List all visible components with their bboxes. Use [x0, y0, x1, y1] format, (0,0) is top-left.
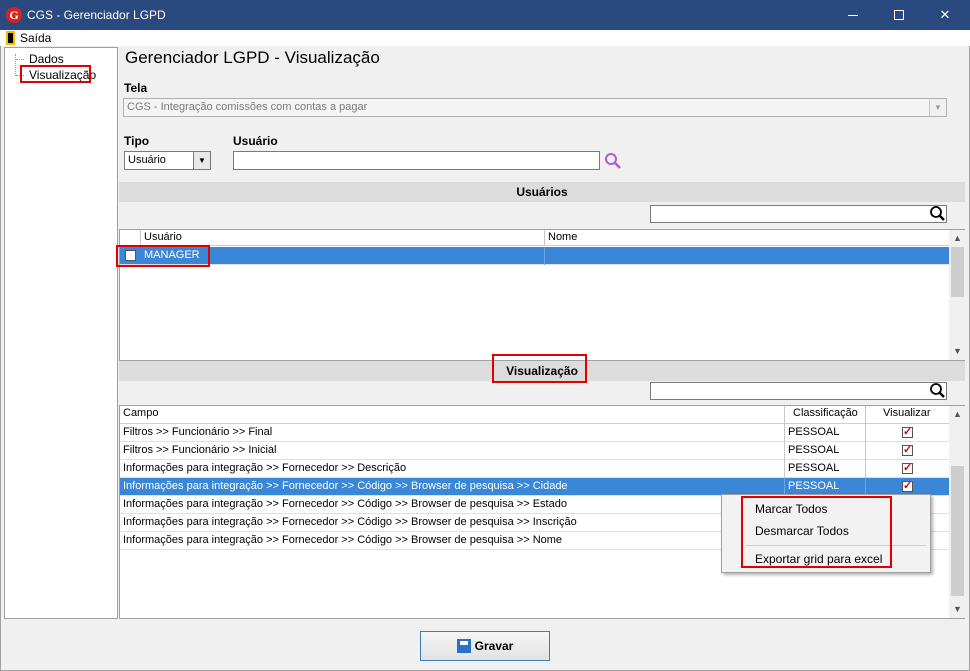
usuario-label: Usuário: [233, 134, 278, 148]
tela-select-value: CGS - Integração comissões com contas a …: [127, 101, 368, 113]
campo-cell: Informações para integração >> Fornecedo…: [123, 462, 407, 474]
campo-cell: Informações para integração >> Fornecedo…: [123, 480, 568, 492]
usuarios-grid: Usuário Nome MANAGER ▲ ▼: [119, 229, 966, 361]
campo-cell: Filtros >> Funcionário >> Final: [123, 426, 273, 438]
visualizar-checkbox[interactable]: [902, 461, 913, 474]
scroll-thumb[interactable]: [951, 466, 964, 596]
chevron-down-icon[interactable]: ▼: [949, 343, 966, 360]
column-separator: [865, 406, 866, 424]
tipo-select[interactable]: Usuário ▼: [124, 151, 211, 170]
campo-cell: Informações para integração >> Fornecedo…: [123, 498, 567, 510]
column-separator: [544, 247, 545, 265]
column-visualizar[interactable]: Visualizar: [880, 407, 931, 419]
campo-cell: Informações para integração >> Fornecedo…: [123, 516, 577, 528]
highlight-context-menu: [741, 496, 892, 568]
campo-cell: Informações para integração >> Fornecedo…: [123, 534, 563, 546]
tree-item-dados[interactable]: Dados: [27, 52, 66, 66]
close-button[interactable]: ✕: [922, 0, 968, 30]
tela-select[interactable]: CGS - Integração comissões com contas a …: [123, 98, 947, 117]
navigation-tree: Dados Visualização: [4, 47, 118, 619]
exit-door-icon: [6, 31, 15, 45]
column-separator: [865, 442, 866, 460]
menu-bar: Saída: [0, 30, 970, 46]
app-logo-icon: G: [6, 7, 22, 23]
column-classificacao[interactable]: Classificação: [790, 407, 858, 419]
tipo-label: Tipo: [124, 134, 150, 148]
column-usuario[interactable]: Usuário: [141, 231, 182, 243]
visualizar-checkbox[interactable]: [902, 425, 913, 438]
visualizacao-search-input[interactable]: [650, 382, 947, 400]
table-row[interactable]: Informações para integração >> Fornecedo…: [120, 460, 949, 478]
column-separator: [784, 406, 785, 424]
highlight-tree-item: [20, 65, 91, 83]
table-row[interactable]: MANAGER: [120, 247, 949, 265]
menu-exit[interactable]: Saída: [20, 31, 51, 45]
tipo-select-value: Usuário: [128, 154, 166, 166]
classificacao-cell: PESSOAL: [788, 480, 840, 492]
column-campo[interactable]: Campo: [120, 407, 158, 419]
highlight-visualizacao-header: [492, 354, 587, 383]
window-title: CGS - Gerenciador LGPD: [27, 8, 166, 22]
classificacao-cell: PESSOAL: [788, 462, 840, 474]
tree-connector: [16, 59, 24, 60]
search-user-icon[interactable]: [604, 152, 622, 170]
visualizacao-scrollbar[interactable]: ▲ ▼: [949, 406, 966, 618]
column-nome[interactable]: Nome: [545, 231, 577, 243]
chevron-down-icon: ▼: [193, 152, 210, 169]
highlight-user-row: [116, 245, 210, 267]
chevron-down-icon[interactable]: ▼: [949, 601, 966, 618]
maximize-button[interactable]: [876, 0, 922, 30]
close-icon: ✕: [939, 7, 951, 22]
table-row[interactable]: Filtros >> Funcionário >> Final PESSOAL: [120, 424, 949, 442]
usuario-input[interactable]: [233, 151, 600, 170]
maximize-icon: [894, 10, 904, 20]
tela-label: Tela: [124, 81, 148, 95]
title-bar: G CGS - Gerenciador LGPD ✕: [0, 0, 970, 30]
minimize-button[interactable]: [830, 0, 876, 30]
table-row[interactable]: Filtros >> Funcionário >> Inicial PESSOA…: [120, 442, 949, 460]
usuarios-grid-header: Usuário Nome: [120, 230, 949, 246]
page-title: Gerenciador LGPD - Visualização: [125, 48, 380, 67]
visualizacao-grid-header: Campo Classificação Visualizar: [120, 406, 949, 424]
floppy-disk-icon: [456, 638, 471, 653]
visualizar-checkbox[interactable]: [902, 443, 913, 456]
chevron-up-icon[interactable]: ▲: [949, 406, 966, 423]
classificacao-cell: PESSOAL: [788, 444, 840, 456]
chevron-up-icon[interactable]: ▲: [949, 230, 966, 247]
classificacao-cell: PESSOAL: [788, 426, 840, 438]
usuarios-search-input[interactable]: [650, 205, 947, 223]
minimize-icon: [848, 15, 858, 16]
campo-cell: Filtros >> Funcionário >> Inicial: [123, 444, 277, 456]
search-icon[interactable]: [929, 382, 947, 400]
usuarios-section-header: Usuários: [119, 182, 965, 202]
save-button[interactable]: Gravar: [420, 631, 550, 661]
column-separator: [865, 424, 866, 442]
chevron-down-icon: ▼: [929, 99, 946, 116]
scroll-thumb[interactable]: [951, 247, 964, 297]
column-separator: [865, 460, 866, 478]
usuarios-scrollbar[interactable]: ▲ ▼: [949, 230, 966, 360]
tree-connector: [15, 54, 16, 76]
visualizar-checkbox[interactable]: [902, 479, 913, 492]
save-button-label: Gravar: [474, 639, 514, 653]
search-icon[interactable]: [929, 205, 947, 223]
